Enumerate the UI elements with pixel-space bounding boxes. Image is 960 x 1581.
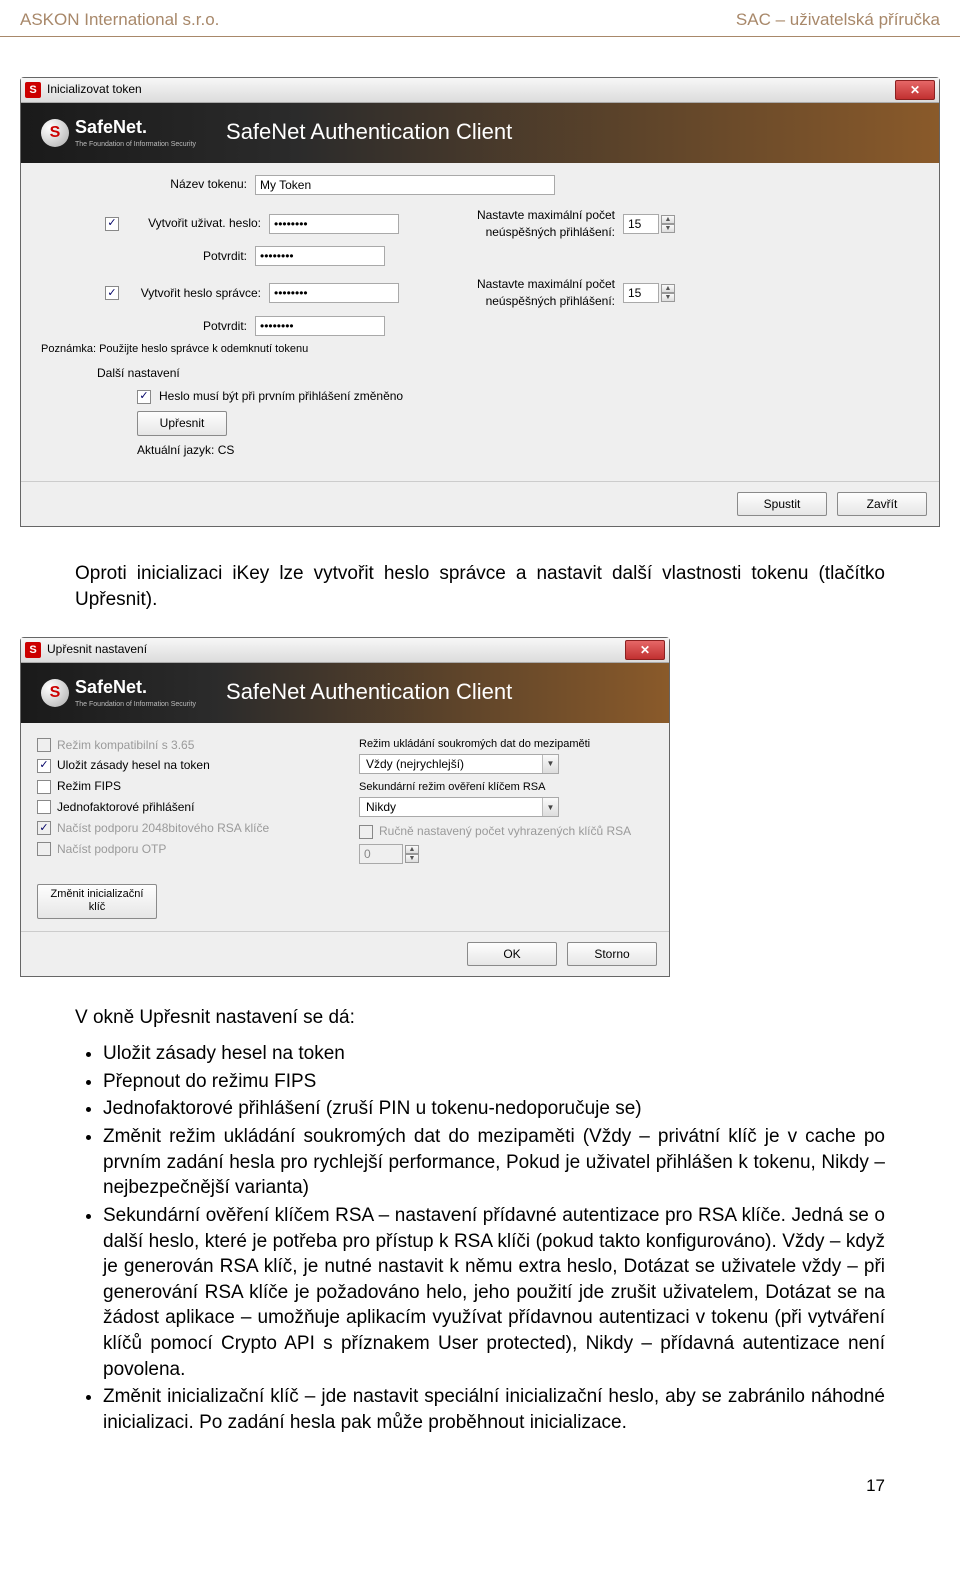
chevron-down-icon[interactable]: ▼	[542, 798, 558, 816]
chevron-down-icon[interactable]: ▼	[542, 755, 558, 773]
logo-subtext: The Foundation of Information Security	[75, 140, 196, 150]
cancel-button[interactable]: Storno	[567, 942, 657, 967]
list-item: Uložit zásady hesel na token	[103, 1041, 885, 1067]
token-name-input[interactable]	[255, 175, 555, 195]
section-intro: V okně Upřesnit nastavení se dá:	[75, 1005, 885, 1031]
max-fail-input-1[interactable]	[623, 214, 659, 234]
cache-mode-combo[interactable]: Vždy (nejrychlejší) ▼	[359, 754, 559, 774]
paragraph-1-text: Oproti inicializaci iKey lze vytvořit he…	[75, 561, 885, 612]
logo: S SafeNet. The Foundation of Information…	[41, 675, 196, 710]
list-item: Změnit režim ukládání soukromých dat do …	[103, 1124, 885, 1201]
single-factor-label: Jednofaktorové přihlášení	[57, 799, 194, 816]
header-right: SAC – uživatelská příručka	[736, 8, 940, 32]
fips-mode-label: Režim FIPS	[57, 778, 121, 795]
max-fail-input-2[interactable]	[623, 283, 659, 303]
more-settings-label: Další nastavení	[97, 365, 923, 382]
logo: S SafeNet. The Foundation of Information…	[41, 115, 196, 150]
user-pw-confirm-input[interactable]	[255, 246, 385, 266]
app-icon: S	[25, 82, 41, 98]
list-item: Změnit inicializační klíč – jde nastavit…	[103, 1384, 885, 1435]
window-title: Inicializovat token	[47, 81, 895, 98]
list-item: Jednofaktorové přihlášení (zruší PIN u t…	[103, 1096, 885, 1122]
spinner-down-icon[interactable]: ▼	[405, 854, 419, 863]
titlebar: S Upřesnit nastavení ✕	[21, 638, 669, 663]
change-on-first-login-label: Heslo musí být při prvním přihlášení změ…	[159, 388, 403, 405]
page-header: ASKON International s.r.o. SAC – uživate…	[0, 0, 960, 37]
rsa2048-checkbox[interactable]: ✓	[37, 821, 51, 835]
titlebar: S Inicializovat token ✕	[21, 78, 939, 103]
window-title: Upřesnit nastavení	[47, 641, 625, 658]
spinner-up-icon[interactable]: ▲	[661, 215, 675, 224]
dialog-initialize-token: S Inicializovat token ✕ S SafeNet. The F…	[20, 77, 940, 528]
create-admin-pw-label: Vytvořit heslo správce:	[127, 285, 261, 302]
change-init-key-line1: Změnit inicializační	[51, 888, 144, 900]
refine-button[interactable]: Upřesnit	[137, 411, 227, 436]
list-item: Sekundární ověření klíčem RSA – nastaven…	[103, 1203, 885, 1382]
section-text: V okně Upřesnit nastavení se dá: Uložit …	[0, 991, 960, 1451]
spinner-up-icon[interactable]: ▲	[405, 845, 419, 854]
logo-icon: S	[41, 119, 69, 147]
secondary-rsa-value: Nikdy	[360, 799, 542, 816]
close-icon[interactable]: ✕	[895, 80, 935, 100]
list-item: Přepnout do režimu FIPS	[103, 1069, 885, 1095]
change-on-first-login-checkbox[interactable]: ✓	[137, 390, 151, 404]
create-user-pw-checkbox[interactable]: ✓	[105, 217, 119, 231]
ok-button[interactable]: OK	[467, 942, 557, 967]
start-button[interactable]: Spustit	[737, 492, 827, 517]
user-pw-input[interactable]	[269, 214, 399, 234]
create-user-pw-label: Vytvořit uživat. heslo:	[127, 215, 261, 232]
otp-support-checkbox[interactable]	[37, 842, 51, 856]
fips-mode-checkbox[interactable]	[37, 780, 51, 794]
page-number: 17	[0, 1452, 960, 1518]
paragraph-1: Oproti inicializaci iKey lze vytvořit he…	[0, 547, 960, 636]
max-fail-label-2: Nastavte maximální počet neúspěšných při…	[455, 276, 615, 310]
change-init-key-line2: klíč	[89, 901, 106, 913]
logo-icon: S	[41, 679, 69, 707]
save-pw-policy-label: Uložit zásady hesel na token	[57, 757, 210, 774]
close-button[interactable]: Zavřít	[837, 492, 927, 517]
manual-rsa-count-input[interactable]	[359, 844, 403, 864]
change-init-key-button[interactable]: Změnit inicializační klíč	[37, 884, 157, 918]
user-pw-confirm-label: Potvrdit:	[37, 248, 247, 265]
logo-text: SafeNet.	[75, 675, 196, 700]
single-factor-checkbox[interactable]	[37, 800, 51, 814]
admin-pw-input[interactable]	[269, 283, 399, 303]
header-left: ASKON International s.r.o.	[20, 8, 219, 32]
spinner-down-icon[interactable]: ▼	[661, 293, 675, 302]
admin-pw-confirm-input[interactable]	[255, 316, 385, 336]
banner-title: SafeNet Authentication Client	[226, 117, 512, 148]
logo-subtext: The Foundation of Information Security	[75, 700, 196, 710]
spinner-up-icon[interactable]: ▲	[661, 284, 675, 293]
close-icon[interactable]: ✕	[625, 640, 665, 660]
secondary-rsa-label: Sekundární režim ověření klíčem RSA	[359, 780, 653, 795]
banner: S SafeNet. The Foundation of Information…	[21, 103, 939, 163]
note-text: Poznámka: Použijte heslo správce k odemk…	[41, 342, 923, 357]
logo-text: SafeNet.	[75, 115, 196, 140]
app-icon: S	[25, 642, 41, 658]
save-pw-policy-checkbox[interactable]: ✓	[37, 759, 51, 773]
banner: S SafeNet. The Foundation of Information…	[21, 663, 669, 723]
dialog-refine-settings: S Upřesnit nastavení ✕ S SafeNet. The Fo…	[20, 637, 670, 978]
manual-rsa-count-checkbox[interactable]	[359, 825, 373, 839]
otp-support-label: Načíst podporu OTP	[57, 841, 166, 858]
section-list: Uložit zásady hesel na token Přepnout do…	[103, 1041, 885, 1436]
current-language-label: Aktuální jazyk: CS	[137, 442, 234, 459]
banner-title: SafeNet Authentication Client	[226, 677, 512, 708]
compat-365-checkbox[interactable]	[37, 738, 51, 752]
cache-mode-value: Vždy (nejrychlejší)	[360, 756, 542, 773]
secondary-rsa-combo[interactable]: Nikdy ▼	[359, 797, 559, 817]
spinner-down-icon[interactable]: ▼	[661, 224, 675, 233]
manual-rsa-count-label: Ručně nastavený počet vyhrazených klíčů …	[379, 823, 631, 840]
create-admin-pw-checkbox[interactable]: ✓	[105, 286, 119, 300]
rsa2048-label: Načíst podporu 2048bitového RSA klíče	[57, 820, 269, 837]
max-fail-label-1: Nastavte maximální počet neúspěšných při…	[455, 207, 615, 241]
cache-mode-label: Režim ukládání soukromých dat do mezipam…	[359, 737, 653, 752]
admin-pw-confirm-label: Potvrdit:	[37, 318, 247, 335]
compat-365-label: Režim kompatibilní s 3.65	[57, 737, 194, 754]
token-name-label: Název tokenu:	[37, 176, 247, 193]
